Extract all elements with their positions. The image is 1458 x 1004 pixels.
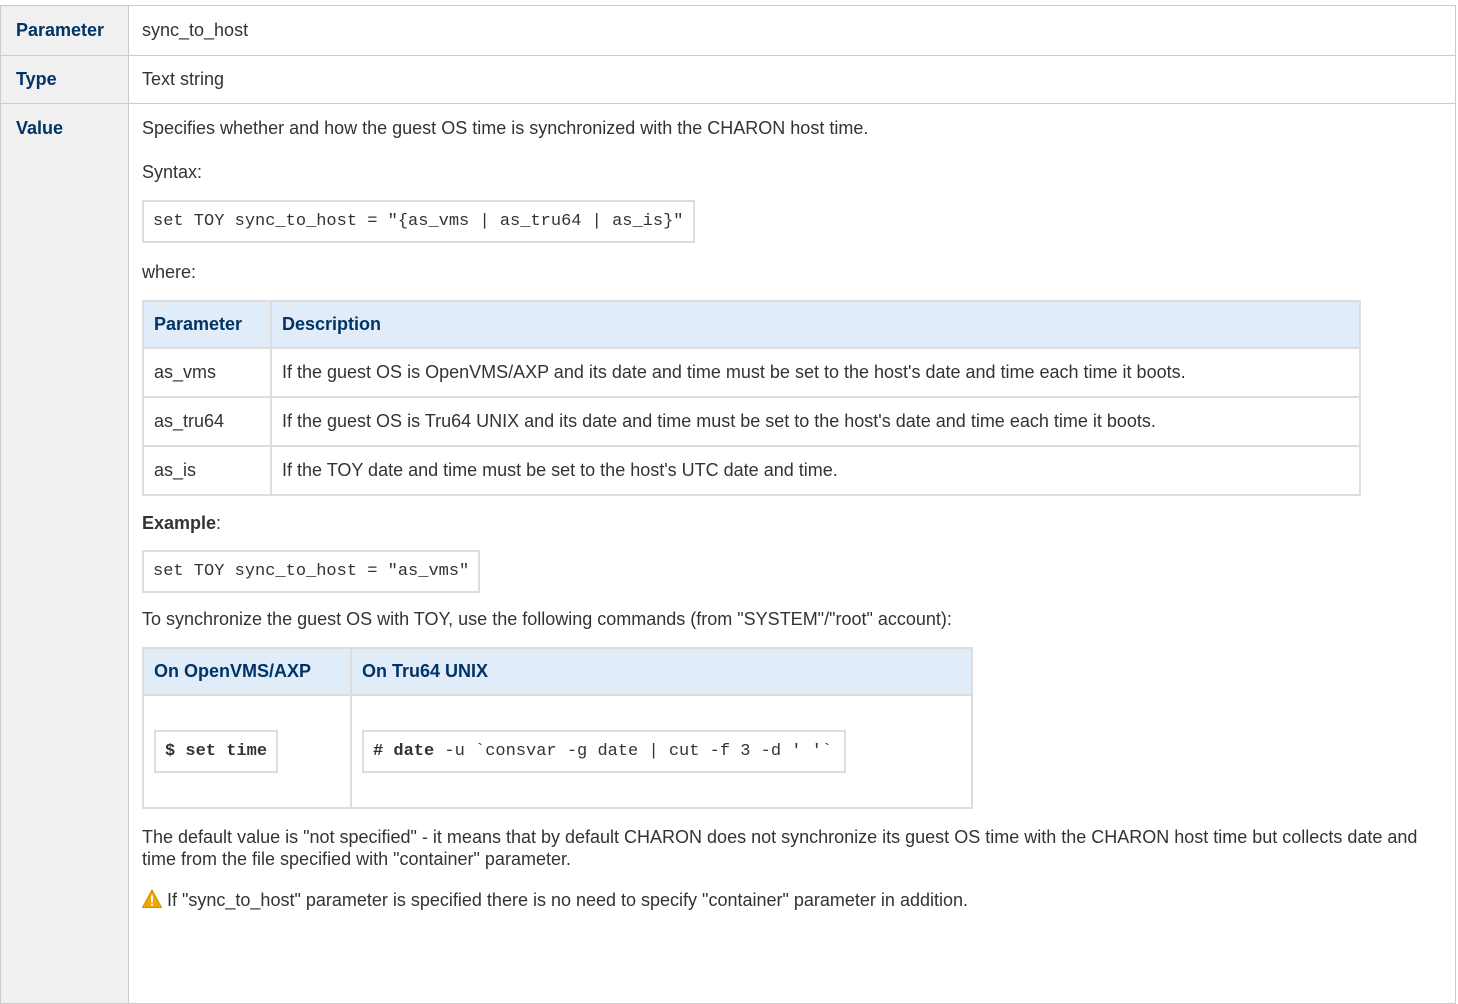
value-param: as_vms <box>142 347 272 398</box>
openvms-command-code: $ set time <box>154 730 279 773</box>
warning-text: If "sync_to_host" parameter is specified… <box>167 890 968 910</box>
row-type: Type Text string <box>0 55 1456 104</box>
row-parameter: Parameter sync_to_host <box>0 5 1456 56</box>
row-label-value: Value <box>0 103 129 1004</box>
value-param: as_tru64 <box>142 396 272 447</box>
value-desc: If the TOY date and time must be set to … <box>270 445 1361 496</box>
parameter-table: Parameter sync_to_host Type Text string … <box>0 5 1456 1004</box>
example-colon: : <box>216 513 222 533</box>
value-intro: Specifies whether and how the guest OS t… <box>142 118 869 138</box>
warning-note: If "sync_to_host" parameter is specified… <box>142 889 1455 911</box>
where-label: where: <box>142 262 197 282</box>
row-value: Value Specifies whether and how the gues… <box>0 103 1456 1004</box>
syntax-label: Syntax: <box>142 162 203 182</box>
sync-instructions: To synchronize the guest OS with TOY, us… <box>142 609 952 629</box>
commands-row: $ set time # date -u `consvar -g date | … <box>142 694 973 809</box>
commands-table: On OpenVMS/AXP On Tru64 UNIX $ set time … <box>142 647 973 809</box>
warning-icon <box>142 889 162 908</box>
values-table-header: Parameter Description <box>142 300 1361 349</box>
row-label-type: Type <box>0 55 129 104</box>
example-label: Example <box>142 513 217 533</box>
tru64-command-code: # date -u `consvar -g date | cut -f 3 -d… <box>362 730 847 773</box>
values-header-description: Description <box>270 300 1361 349</box>
syntax-code-block: set TOY sync_to_host = "{as_vms | as_tru… <box>142 200 695 243</box>
table-row: as_vms If the guest OS is OpenVMS/AXP an… <box>142 347 1361 398</box>
value-desc: If the guest OS is OpenVMS/AXP and its d… <box>270 347 1361 398</box>
value-param: as_is <box>142 445 272 496</box>
values-header-parameter: Parameter <box>142 300 272 349</box>
example-heading: Example: <box>142 512 1455 534</box>
commands-table-header: On OpenVMS/AXP On Tru64 UNIX <box>142 647 973 696</box>
tru64-command-prompt: # date <box>373 742 435 761</box>
table-row: as_is If the TOY date and time must be s… <box>142 445 1361 496</box>
row-value-type: Text string <box>128 55 1456 104</box>
default-value-text: The default value is "not specified" - i… <box>142 827 1418 869</box>
row-value-content: Specifies whether and how the guest OS t… <box>128 103 1456 1004</box>
values-table: Parameter Description as_vms If the gues… <box>142 300 1361 496</box>
value-desc: If the guest OS is Tru64 UNIX and its da… <box>270 396 1361 447</box>
example-code-block: set TOY sync_to_host = "as_vms" <box>142 550 481 593</box>
tru64-command-cell: # date -u `consvar -g date | cut -f 3 -d… <box>350 694 973 809</box>
commands-header-openvms: On OpenVMS/AXP <box>142 647 352 696</box>
row-label-parameter: Parameter <box>0 5 129 56</box>
commands-header-tru64: On Tru64 UNIX <box>350 647 973 696</box>
table-row: as_tru64 If the guest OS is Tru64 UNIX a… <box>142 396 1361 447</box>
openvms-command-cell: $ set time <box>142 694 352 809</box>
tru64-command-args: -u `consvar -g date | cut -f 3 -d ' '` <box>434 742 833 761</box>
row-value-parameter: sync_to_host <box>128 5 1456 56</box>
